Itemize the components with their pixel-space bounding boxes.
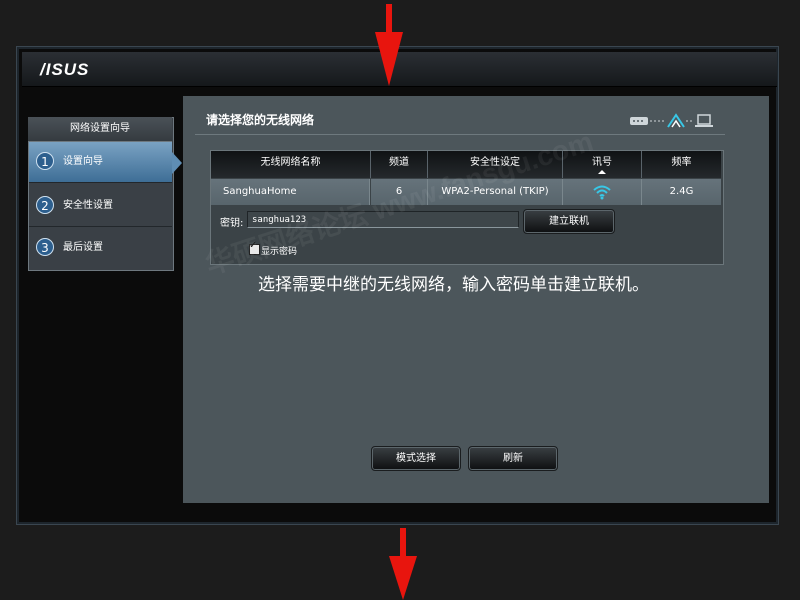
cell-signal — [563, 179, 642, 205]
sidebar-title: 网络设置向导 — [28, 117, 172, 142]
mode-select-button[interactable]: 模式选择 — [371, 446, 461, 471]
asus-logo: /ISUS — [40, 60, 90, 79]
password-label: 密钥: — [220, 218, 244, 229]
sidebar-item-security-settings[interactable]: 2 安全性设置 — [29, 186, 172, 227]
sidebar-item-label: 设置向导 — [63, 156, 103, 167]
cell-frequency: 2.4G — [642, 179, 721, 205]
refresh-button[interactable]: 刷新 — [468, 446, 558, 471]
wifi-signal-icon — [593, 185, 611, 200]
column-header-frequency: 频率 — [642, 151, 721, 178]
sort-indicator-icon — [598, 170, 606, 174]
connect-button[interactable]: 建立联机 — [523, 209, 615, 234]
sidebar-item-setup-wizard[interactable]: 1 设置向导 — [29, 142, 172, 183]
sidebar-item-label: 安全性设置 — [63, 200, 113, 211]
step-number-badge: 3 — [36, 238, 54, 256]
step-number-badge: 2 — [36, 196, 54, 214]
active-step-pointer — [172, 152, 182, 174]
step-number-badge: 1 — [36, 152, 54, 170]
router-client-topology-icon — [630, 113, 713, 128]
instruction-caption: 选择需要中继的无线网络，输入密码单击建立联机。 — [258, 275, 649, 295]
sidebar-item-label: 最后设置 — [63, 242, 103, 253]
column-header-ssid: 无线网络名称 — [211, 151, 371, 178]
sidebar-item-final-settings[interactable]: 3 最后设置 — [29, 228, 172, 268]
top-banner — [22, 52, 777, 87]
title-divider — [195, 134, 725, 135]
page-title: 请选择您的无线网络 — [206, 113, 315, 127]
